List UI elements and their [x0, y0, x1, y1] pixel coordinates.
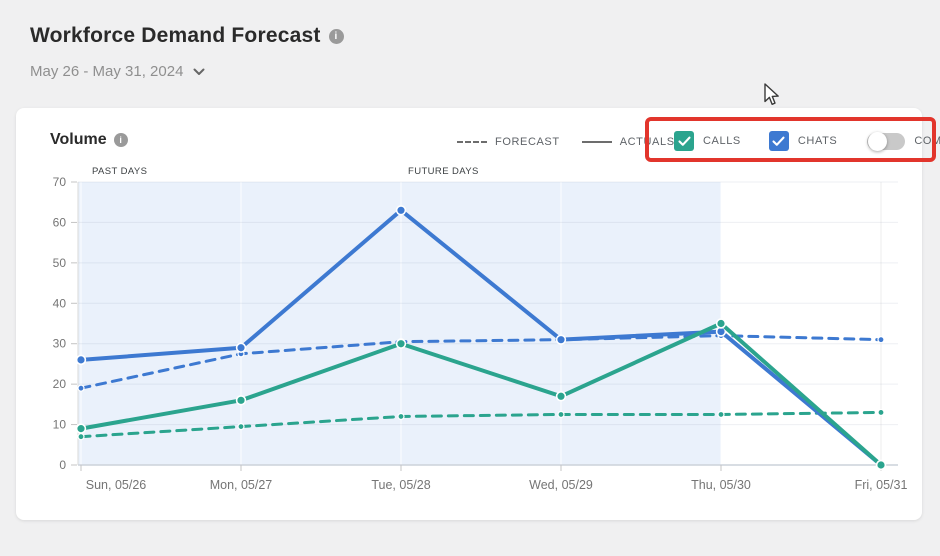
legend-forecast: FORECAST	[457, 136, 560, 148]
data-point	[877, 461, 886, 470]
x-axis-label: Sun, 05/26	[86, 478, 147, 492]
x-axis-label: Fri, 05/31	[855, 478, 908, 492]
data-point	[878, 337, 884, 343]
data-point	[398, 413, 404, 419]
chart-legend: FORECAST ACTUALS	[457, 132, 675, 152]
data-point	[397, 206, 406, 215]
y-axis-label: 0	[59, 458, 66, 472]
y-axis-label: 60	[53, 215, 67, 229]
data-point	[237, 396, 246, 405]
card-title-text: Volume	[50, 131, 107, 148]
info-icon[interactable]: i	[329, 29, 344, 44]
date-range-selector[interactable]: May 26 - May 31, 2024	[30, 63, 205, 80]
past-days-label: PAST DAYS	[92, 166, 147, 177]
toggle-knob	[868, 132, 887, 151]
data-point	[397, 339, 406, 348]
chevron-down-icon	[193, 63, 205, 80]
combine-toggle[interactable]	[867, 133, 905, 150]
calls-checkbox[interactable]	[674, 131, 694, 151]
data-point	[718, 411, 724, 417]
calls-label: CALLS	[703, 135, 741, 147]
data-point	[78, 434, 84, 440]
past-days-shaded-region	[78, 182, 721, 465]
calls-control: CALLS	[674, 131, 741, 151]
page-title-text: Workforce Demand Forecast	[30, 24, 321, 47]
series-controls: CALLS CHATS COMBINE	[674, 129, 940, 153]
card-title: Volumei	[50, 131, 128, 149]
y-axis-label: 50	[53, 256, 67, 270]
chats-label: CHATS	[798, 135, 837, 147]
x-axis-label: Tue, 05/28	[371, 478, 430, 492]
volume-info-icon[interactable]: i	[114, 133, 128, 147]
y-axis-label: 40	[53, 296, 67, 310]
data-point	[558, 411, 564, 417]
mouse-cursor-icon	[763, 83, 780, 112]
chats-control: CHATS	[769, 131, 837, 151]
x-axis-label: Mon, 05/27	[210, 478, 273, 492]
data-point	[77, 355, 86, 364]
actuals-solid-line-icon	[582, 141, 612, 143]
page-title: Workforce Demand Forecast i	[30, 24, 344, 48]
chats-checkbox[interactable]	[769, 131, 789, 151]
check-icon	[678, 136, 691, 147]
combine-control: COMBINE	[867, 133, 940, 150]
data-point	[237, 343, 246, 352]
volume-card: Volumei FORECAST ACTUALS CALLS CHATS	[16, 108, 922, 520]
volume-chart[interactable]: 0 10 20 30 40 50 60 70 Sun, 05/26 Mon, 05/27 Tue, …	[16, 156, 922, 556]
forecast-dashed-line-icon	[457, 141, 487, 143]
combine-label: COMBINE	[914, 135, 940, 147]
actuals-label: ACTUALS	[620, 136, 675, 148]
data-point	[557, 392, 566, 401]
data-point	[238, 424, 244, 430]
date-range-label: May 26 - May 31, 2024	[30, 63, 183, 80]
y-axis-label: 70	[53, 175, 67, 189]
y-axis-label: 10	[53, 418, 67, 432]
check-icon	[772, 136, 785, 147]
x-axis-label: Thu, 05/30	[691, 478, 751, 492]
x-axis-label: Wed, 05/29	[529, 478, 593, 492]
data-point	[77, 424, 86, 433]
data-point	[557, 335, 566, 344]
data-point	[78, 385, 84, 391]
data-point	[878, 409, 884, 415]
legend-actuals: ACTUALS	[582, 136, 675, 148]
forecast-label: FORECAST	[495, 136, 560, 148]
y-axis-label: 30	[53, 337, 67, 351]
y-axis-label: 20	[53, 377, 67, 391]
data-point	[717, 319, 726, 328]
future-days-label: FUTURE DAYS	[408, 166, 479, 177]
